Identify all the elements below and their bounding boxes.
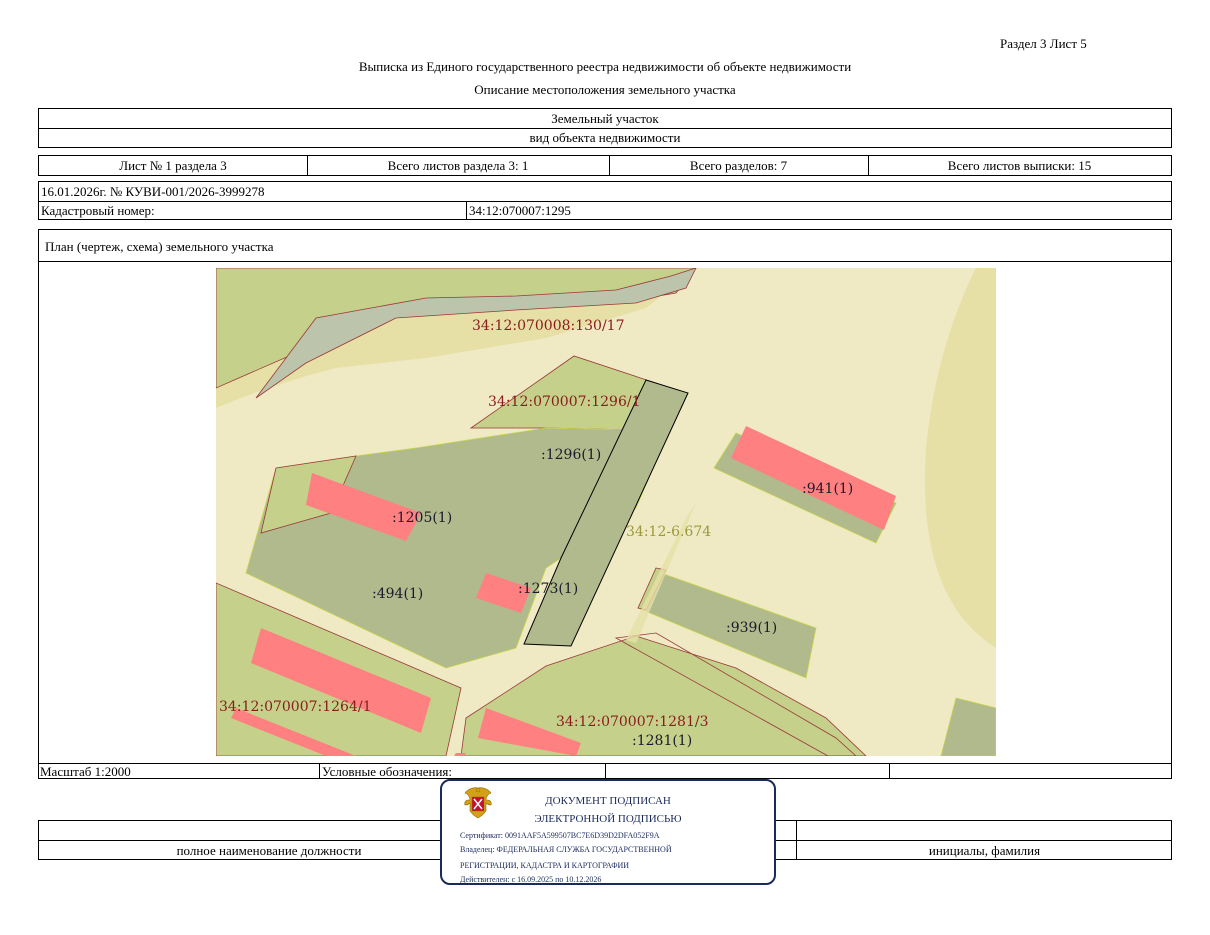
label-941: :941(1) bbox=[802, 481, 853, 497]
object-type-caption: вид объекта недвижимости bbox=[529, 130, 681, 145]
object-type: Земельный участок bbox=[551, 111, 659, 126]
sheet-number: Лист № 1 раздела 3 bbox=[119, 158, 227, 173]
electronic-signature-stamp: ДОКУМЕНТ ПОДПИСАН ЭЛЕКТРОННОЙ ПОДПИСЬЮ С… bbox=[440, 779, 776, 885]
scale: Масштаб 1:2000 bbox=[40, 764, 131, 779]
label-parcel-130: 34:12:070008:130/17 bbox=[472, 318, 624, 334]
label-zone: 34:12-6.674 bbox=[626, 524, 711, 540]
label-1205: :1205(1) bbox=[392, 510, 452, 526]
record-box: 16.01.2026г. № КУВИ-001/2026-3999278 Кад… bbox=[38, 181, 1172, 220]
total-sections: Всего разделов: 7 bbox=[689, 158, 788, 173]
label-parcel-1296-1: 34:12:070007:1296/1 bbox=[488, 394, 640, 410]
document-subtitle: Описание местоположения земельного участ… bbox=[474, 82, 736, 97]
label-parcel-1264: 34:12:070007:1264/1 bbox=[219, 699, 371, 715]
record-date-number: 16.01.2026г. № КУВИ-001/2026-3999278 bbox=[41, 184, 265, 199]
label-1273: :1273(1) bbox=[518, 581, 578, 597]
position-caption: полное наименование должности bbox=[176, 843, 362, 858]
label-939: :939(1) bbox=[726, 620, 777, 636]
sheets-row: Лист № 1 раздела 3 Всего листов раздела … bbox=[38, 155, 1172, 176]
cadastral-number: 34:12:070007:1295 bbox=[469, 203, 571, 218]
label-parcel-1281-3: 34:12:070007:1281/3 bbox=[556, 714, 708, 730]
initials-caption: инициалы, фамилия bbox=[928, 843, 1041, 858]
cadastral-label: Кадастровый номер: bbox=[41, 203, 155, 218]
stamp-certificate: Сертификат: 0091AAF5A599507BC7E6D39D2DFA… bbox=[460, 831, 660, 840]
object-type-box: Земельный участок вид объекта недвижимос… bbox=[38, 108, 1172, 148]
stamp-line2: ЭЛЕКТРОННОЙ ПОДПИСЬЮ bbox=[534, 813, 682, 825]
stamp-valid: Действителен: с 16.09.2025 по 10.12.2026 bbox=[460, 875, 602, 884]
total-sheets-extract: Всего листов выписки: 15 bbox=[947, 158, 1092, 173]
cadastral-map[interactable]: 34:12:070008:130/17 34:12:070007:1296/1 … bbox=[216, 268, 996, 756]
stamp-line1: ДОКУМЕНТ ПОДПИСАН bbox=[545, 795, 671, 807]
section-sheet: Раздел 3 Лист 5 bbox=[1000, 36, 1087, 51]
label-494: :494(1) bbox=[372, 586, 423, 602]
document-title: Выписка из Единого государственного реес… bbox=[358, 59, 852, 74]
plan-title: План (чертеж, схема) земельного участка bbox=[45, 239, 274, 254]
stamp-owner-line1: Владелец: ФЕДЕРАЛЬНАЯ СЛУЖБА ГОСУДАРСТВЕ… bbox=[460, 845, 672, 854]
label-1296: :1296(1) bbox=[541, 447, 601, 463]
total-sheets-section: Всего листов раздела 3: 1 bbox=[387, 158, 529, 173]
stamp-owner-line2: РЕГИСТРАЦИИ, КАДАСТРА И КАРТОГРАФИИ bbox=[460, 861, 630, 870]
legend-label: Условные обозначения: bbox=[322, 764, 453, 779]
label-1281: :1281(1) bbox=[632, 733, 692, 749]
